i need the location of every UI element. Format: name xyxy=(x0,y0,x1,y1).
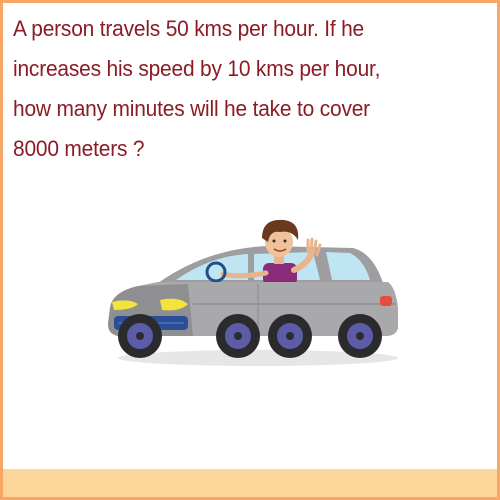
question-card: A person travels 50 kms per hour. If he … xyxy=(0,0,500,500)
question-line-3: how many minutes will he take to cover xyxy=(13,96,370,121)
wheel-icon xyxy=(268,314,312,358)
question-line-2: increases his speed by 10 kms per hour, xyxy=(13,56,381,81)
bottom-band xyxy=(3,469,497,497)
wheel-icon xyxy=(118,314,162,358)
wheel-icon xyxy=(338,314,382,358)
question-text: A person travels 50 kms per hour. If he … xyxy=(13,9,459,169)
question-line-1: A person travels 50 kms per hour. If he xyxy=(13,16,364,41)
wheel-icon xyxy=(216,314,260,358)
question-line-4: 8000 meters ? xyxy=(13,136,145,161)
car-with-driver-icon xyxy=(108,219,398,366)
